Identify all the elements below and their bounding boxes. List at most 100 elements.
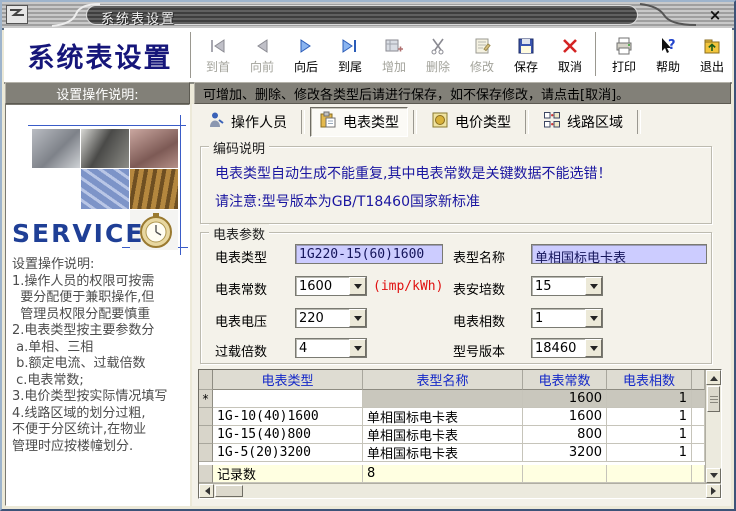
chevron-down-icon[interactable] [349, 309, 366, 327]
prev-button: 向前 [240, 30, 284, 80]
model-version-select[interactable]: 18460 [531, 338, 603, 358]
close-button[interactable]: × [706, 6, 724, 24]
service-text: SERVICE [12, 219, 145, 248]
overload-value: 4 [299, 340, 308, 356]
overload-label: 过载倍数 [215, 345, 268, 360]
table-row[interactable]: * 1600 1 [199, 390, 705, 408]
horizontal-scroll-thumb[interactable] [215, 485, 243, 497]
edit-record-icon [472, 35, 492, 57]
scroll-right-button[interactable] [706, 484, 721, 498]
voltage-select[interactable]: 220 [295, 308, 367, 328]
instruction-line: c.电表常数; [12, 372, 84, 388]
toolbar-label: 修改 [469, 60, 494, 74]
vertical-scroll-thumb[interactable] [707, 386, 720, 412]
last-button[interactable]: 到尾 [328, 30, 372, 80]
cell-constant[interactable]: 1600 [523, 408, 607, 426]
model-version-label: 型号版本 [453, 345, 506, 360]
tab-meter-type[interactable]: 电表类型 [310, 107, 408, 137]
cell-phase[interactable]: 1 [607, 426, 692, 444]
operator-icon [207, 111, 225, 133]
cell-phase[interactable]: 1 [607, 444, 692, 462]
row-selector[interactable] [199, 444, 213, 462]
instruction-line: b.额定电流、过载倍数 [12, 356, 146, 371]
horizontal-scrollbar[interactable] [199, 483, 721, 498]
encoding-note-1: 电表类型自动生成不能重复,其中电表常数是关键数据不能选错！ [215, 166, 612, 182]
meter-constant-unit: (imp/kWh) [373, 279, 444, 294]
photo-rope [130, 169, 178, 209]
help-button[interactable]: ? 帮助 [646, 30, 690, 80]
column-header-filler [692, 370, 705, 390]
tab-line-area[interactable]: 线路区域 [534, 107, 632, 137]
cell-phase[interactable]: 1 [607, 390, 692, 408]
row-selector[interactable]: * [199, 390, 213, 408]
chevron-down-icon[interactable] [585, 309, 602, 327]
print-icon [614, 35, 634, 57]
meter-constant-select[interactable]: 1600 [295, 276, 367, 296]
toolbar-label: 打印 [611, 60, 636, 74]
cell-meter-type[interactable] [213, 390, 363, 408]
cell-meter-type[interactable]: 1G-5(20)3200 [213, 444, 363, 462]
cell-meter-type[interactable]: 1G-15(40)800 [213, 426, 363, 444]
table-row[interactable]: 1G-15(40)800 单相国标电卡表 800 1 [199, 426, 705, 444]
cell-constant[interactable]: 800 [523, 426, 607, 444]
column-header-phase[interactable]: 电表相数 [607, 370, 692, 390]
instruction-line: 管理员权限分配要慎重 [12, 306, 151, 322]
tab-label: 电价类型 [455, 115, 511, 131]
save-button[interactable]: 保存 [504, 30, 548, 80]
last-arrow-icon [340, 35, 360, 57]
sidebar-caption: 设置操作说明: [5, 82, 190, 104]
vertical-scrollbar[interactable] [705, 370, 721, 483]
cell-phase[interactable]: 1 [607, 408, 692, 426]
overload-select[interactable]: 4 [295, 338, 367, 358]
row-selector[interactable] [199, 426, 213, 444]
horizontal-scroll-track[interactable] [244, 484, 706, 498]
cell-constant[interactable]: 3200 [523, 444, 607, 462]
add-record-icon [384, 35, 404, 57]
exit-icon [702, 35, 722, 57]
cell-model-name[interactable]: 单相国标电卡表 [363, 426, 523, 444]
table-row[interactable]: 1G-5(20)3200 单相国标电卡表 3200 1 [199, 444, 705, 462]
voltage-value: 220 [299, 310, 324, 326]
grid-footer-row: 记录数 8 [199, 465, 705, 483]
app-logo-icon [6, 5, 28, 24]
print-button[interactable]: 打印 [602, 30, 646, 80]
phase-select[interactable]: 1 [531, 308, 603, 328]
chevron-down-icon[interactable] [585, 277, 602, 295]
cell-constant[interactable]: 1600 [523, 390, 607, 408]
header-separator [190, 32, 194, 78]
scroll-up-button[interactable] [706, 370, 721, 385]
table-row[interactable]: 1G-10(40)1600 单相国标电卡表 1600 1 [199, 408, 705, 426]
row-selector[interactable] [199, 408, 213, 426]
sidebar-caption-text: 设置操作说明: [56, 87, 139, 103]
footer-cell [607, 465, 692, 483]
ampere-select[interactable]: 15 [531, 276, 603, 296]
sidebar-instructions: 设置操作说明: 1.操作人员的权限可按需 要分配便于兼职操作,但 管理员权限分配… [12, 257, 189, 455]
cancel-button[interactable]: 取消 [548, 30, 592, 80]
cell-model-name[interactable] [363, 390, 523, 408]
app-window: 系统表设置 × 系统表设置 到首 向前 向后 到尾 增加 删除 修改 保存 取消… [0, 0, 736, 511]
column-header-meter-type[interactable]: 电表类型 [213, 370, 363, 390]
tab-operators[interactable]: 操作人员 [198, 107, 296, 137]
scroll-down-button[interactable] [706, 468, 721, 483]
chevron-down-icon[interactable] [585, 339, 602, 357]
cell-filler [692, 426, 705, 444]
vertical-scroll-track[interactable] [706, 413, 721, 468]
scroll-left-button[interactable] [199, 484, 214, 498]
chevron-down-icon[interactable] [349, 277, 366, 295]
tab-separator [301, 110, 305, 134]
tab-label: 操作人员 [231, 115, 287, 131]
exit-button[interactable]: 退出 [690, 30, 734, 80]
model-name-field[interactable]: 单相国标电卡表 [531, 244, 707, 264]
tab-price-type[interactable]: 电价类型 [422, 107, 520, 137]
instruction-line: 2.电表类型按主要参数分 [12, 323, 155, 338]
cell-model-name[interactable]: 单相国标电卡表 [363, 444, 523, 462]
meter-type-field[interactable]: 1G220-15(60)1600 [295, 244, 443, 264]
column-header-model-name[interactable]: 表型名称 [363, 370, 523, 390]
instruction-line: 4.线路区域的划分过粗, [12, 405, 146, 421]
chevron-down-icon[interactable] [349, 339, 366, 357]
next-button[interactable]: 向后 [284, 30, 328, 80]
cell-meter-type[interactable]: 1G-10(40)1600 [213, 408, 363, 426]
column-header-constant[interactable]: 电表常数 [523, 370, 607, 390]
cell-filler [692, 408, 705, 426]
cell-model-name[interactable]: 单相国标电卡表 [363, 408, 523, 426]
